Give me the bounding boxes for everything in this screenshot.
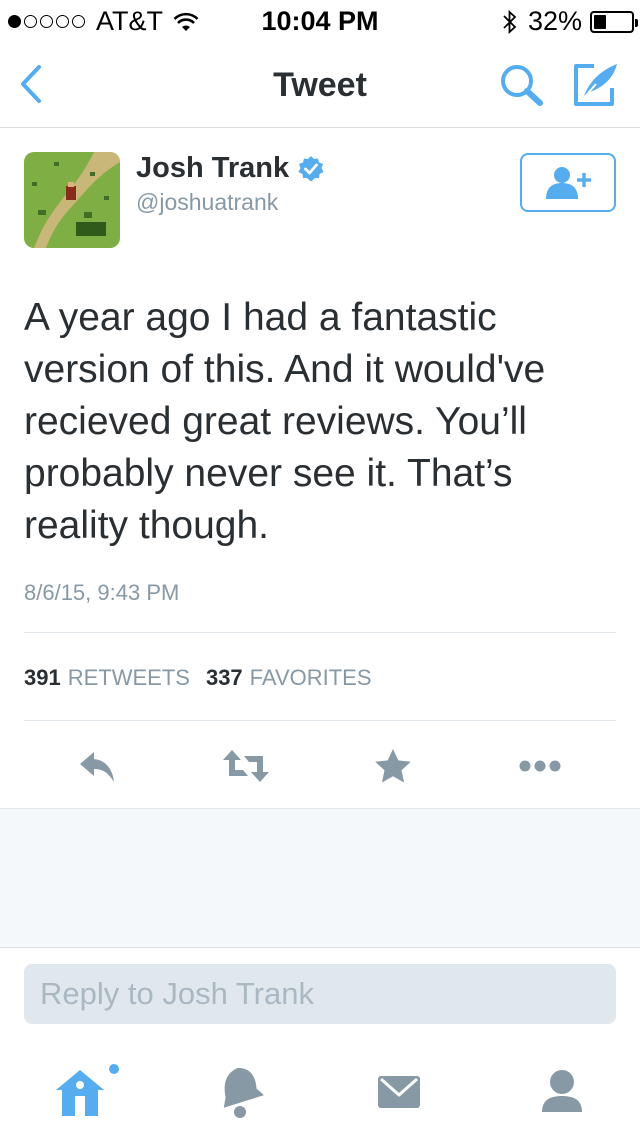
favorite-button[interactable] [374,748,412,789]
tweet-timestamp: 8/6/15, 9:43 PM [24,580,180,605]
compose-button[interactable] [572,62,620,113]
bluetooth-icon [503,9,517,34]
reply-button[interactable] [78,748,118,789]
tweet-detail-screen: AT&T 10:04 PM 32% Tweet Josh Trank @josh… [0,0,640,1136]
reply-icon [80,752,114,782]
retweet-button[interactable] [222,748,270,789]
retweets-count[interactable]: 391 [24,665,61,691]
tab-messages[interactable] [376,1064,422,1129]
retweets-label[interactable]: RETWEETS [68,665,190,691]
verified-badge-icon [298,155,324,181]
author-name[interactable]: Josh Trank [136,152,325,185]
empty-replies-area [0,808,640,948]
tab-home[interactable] [52,1064,128,1129]
avatar-image [24,152,120,248]
divider [24,720,616,721]
bell-icon [223,1068,265,1118]
tab-notifications[interactable] [216,1064,265,1129]
home-icon [56,1064,119,1116]
reply-input[interactable]: Reply to Josh Trank [24,964,616,1024]
divider [24,632,616,633]
add-user-icon [546,166,591,199]
star-icon [375,749,411,783]
battery-icon [590,10,638,33]
more-button[interactable] [518,748,562,789]
navigation-bar: Tweet [0,40,640,128]
more-icon [519,760,561,772]
search-icon [501,65,543,106]
engagement-counts: 391 RETWEETS 337 FAVORITES [24,665,388,691]
author-handle[interactable]: @joshuatrank [136,189,278,216]
tweet-actions [0,740,640,796]
status-bar: AT&T 10:04 PM 32% [0,0,640,40]
favorites-count[interactable]: 337 [206,665,243,691]
tab-bar [0,1044,640,1136]
tweet-text: A year ago I had a fantastic version of … [24,296,546,547]
compose-icon [574,64,617,106]
author-name-text: Josh Trank [136,152,290,184]
favorites-label[interactable]: FAVORITES [250,665,372,691]
retweet-icon [223,750,269,782]
battery-percent: 32% [527,6,582,36]
tab-me[interactable] [540,1064,584,1129]
envelope-icon [378,1076,420,1108]
search-button[interactable] [498,62,546,113]
person-icon [542,1070,582,1112]
author-avatar[interactable] [24,152,120,248]
status-right: 32% [502,6,638,37]
follow-button[interactable] [520,153,616,212]
